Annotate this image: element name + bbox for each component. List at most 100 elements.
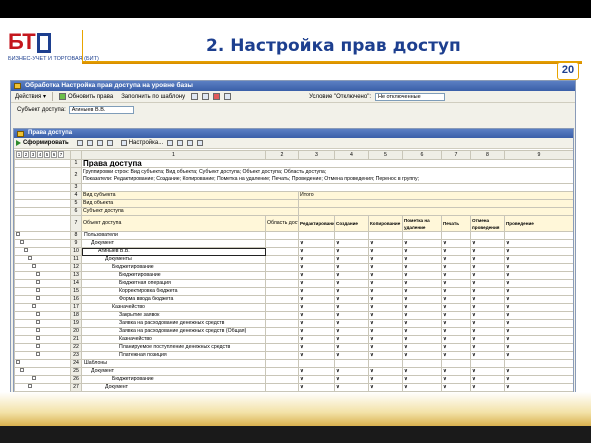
access-object-cell[interactable]: Форма ввода бюджета	[81, 295, 266, 304]
tree-toggle[interactable]	[14, 255, 71, 264]
tree-toggle[interactable]	[14, 343, 71, 352]
level-button[interactable]: 3	[30, 151, 36, 158]
right-check-cell[interactable]: ∨	[504, 287, 573, 296]
right-check-cell[interactable]: ∨	[368, 247, 403, 256]
right-check-cell[interactable]: ∨	[368, 351, 403, 360]
right-check-cell[interactable]: ∨	[368, 271, 403, 280]
access-object-cell[interactable]: Пользователи	[81, 231, 266, 240]
tree-toggle[interactable]	[14, 383, 71, 392]
access-object-cell[interactable]: Корректировка бюджета	[81, 287, 266, 296]
right-check-cell[interactable]: ∨	[504, 255, 573, 264]
access-area-cell[interactable]	[265, 311, 299, 320]
find-icon[interactable]	[187, 140, 194, 146]
right-check-cell[interactable]: ∨	[441, 279, 471, 288]
right-check-cell[interactable]: ∨	[402, 271, 442, 280]
right-check-cell[interactable]: ∨	[470, 255, 505, 264]
level-button[interactable]: 4	[37, 151, 43, 158]
access-object-cell[interactable]: Шаблоны	[81, 359, 266, 368]
right-check-cell[interactable]: ∨	[334, 343, 369, 352]
access-object-cell[interactable]: Бюджетная операция	[81, 279, 266, 288]
right-check-cell[interactable]: ∨	[334, 303, 369, 312]
access-object-cell[interactable]: Документ	[81, 367, 266, 376]
right-check-cell[interactable]: ∨	[298, 271, 335, 280]
right-check-cell[interactable]: ∨	[402, 311, 442, 320]
right-check-cell[interactable]: ∨	[368, 263, 403, 272]
access-object-cell[interactable]: Документ	[81, 383, 266, 392]
right-check-cell[interactable]: ∨	[298, 327, 335, 336]
right-check-cell[interactable]: ∨	[402, 287, 442, 296]
right-check-cell[interactable]: ∨	[441, 343, 471, 352]
right-check-cell[interactable]: ∨	[368, 287, 403, 296]
right-check-cell[interactable]: ∨	[298, 375, 335, 384]
tree-toggle[interactable]	[14, 287, 71, 296]
right-check-cell[interactable]: ∨	[298, 255, 335, 264]
right-check-cell[interactable]: ∨	[402, 335, 442, 344]
right-check-cell[interactable]: ∨	[504, 335, 573, 344]
access-area-cell[interactable]	[265, 327, 299, 336]
copy-icon[interactable]	[76, 140, 83, 146]
list-icon[interactable]	[202, 93, 210, 100]
right-check-cell[interactable]: ∨	[368, 319, 403, 328]
right-check-cell[interactable]: ∨	[334, 263, 369, 272]
paste-icon[interactable]	[86, 140, 93, 146]
access-area-cell[interactable]	[265, 319, 299, 328]
right-check-cell[interactable]	[402, 231, 442, 240]
level-button[interactable]: 7	[58, 151, 64, 158]
tree-toggle[interactable]	[14, 271, 71, 280]
right-check-cell[interactable]: ∨	[334, 287, 369, 296]
right-check-cell[interactable]	[441, 359, 471, 368]
level-buttons[interactable]: 1234567	[14, 150, 71, 160]
right-check-cell[interactable]: ∨	[402, 303, 442, 312]
right-check-cell[interactable]: ∨	[368, 279, 403, 288]
access-object-cell[interactable]: Бюджетирование	[81, 271, 266, 280]
access-area-cell[interactable]	[265, 295, 299, 304]
access-area-cell[interactable]	[265, 375, 299, 384]
right-check-cell[interactable]	[402, 359, 442, 368]
right-check-cell[interactable]: ∨	[441, 311, 471, 320]
generate-button[interactable]: Сформировать	[16, 140, 69, 146]
access-area-cell[interactable]	[265, 239, 299, 248]
right-check-cell[interactable]: ∨	[334, 255, 369, 264]
access-object-cell[interactable]: Бюджетирование	[81, 263, 266, 272]
right-check-cell[interactable]: ∨	[402, 319, 442, 328]
right-check-cell[interactable]: ∨	[470, 351, 505, 360]
right-check-cell[interactable]	[504, 231, 573, 240]
right-check-cell[interactable]: ∨	[368, 375, 403, 384]
right-check-cell[interactable]: ∨	[368, 255, 403, 264]
right-check-cell[interactable]: ∨	[441, 263, 471, 272]
access-area-cell[interactable]	[265, 279, 299, 288]
right-check-cell[interactable]: ∨	[368, 311, 403, 320]
right-check-cell[interactable]: ∨	[504, 327, 573, 336]
right-check-cell[interactable]	[368, 231, 403, 240]
template-icon[interactable]	[191, 93, 199, 100]
access-object-cell[interactable]: Документ	[81, 239, 266, 248]
save-icon[interactable]	[106, 140, 113, 146]
right-check-cell[interactable]: ∨	[470, 367, 505, 376]
right-check-cell[interactable]: ∨	[402, 327, 442, 336]
right-check-cell[interactable]: ∨	[441, 367, 471, 376]
right-check-cell[interactable]: ∨	[334, 279, 369, 288]
right-check-cell[interactable]: ∨	[470, 303, 505, 312]
tree-toggle[interactable]	[14, 327, 71, 336]
right-check-cell[interactable]: ∨	[298, 351, 335, 360]
right-check-cell[interactable]: ∨	[441, 247, 471, 256]
tree-toggle[interactable]	[14, 231, 71, 240]
right-check-cell[interactable]: ∨	[334, 319, 369, 328]
right-check-cell[interactable]	[470, 359, 505, 368]
right-check-cell[interactable]: ∨	[298, 263, 335, 272]
zoom-icon[interactable]	[197, 140, 204, 146]
right-check-cell[interactable]: ∨	[470, 279, 505, 288]
right-check-cell[interactable]: ∨	[470, 295, 505, 304]
right-check-cell[interactable]: ∨	[334, 383, 369, 392]
right-check-cell[interactable]: ∨	[298, 303, 335, 312]
right-check-cell[interactable]: ∨	[298, 279, 335, 288]
right-check-cell[interactable]: ∨	[334, 311, 369, 320]
access-area-cell[interactable]	[265, 343, 299, 352]
right-check-cell[interactable]: ∨	[470, 263, 505, 272]
right-check-cell[interactable]: ∨	[402, 279, 442, 288]
right-check-cell[interactable]: ∨	[470, 287, 505, 296]
tree-toggle[interactable]	[14, 359, 71, 368]
right-check-cell[interactable]: ∨	[470, 343, 505, 352]
right-check-cell[interactable]: ∨	[402, 383, 442, 392]
tree-toggle[interactable]	[14, 263, 71, 272]
